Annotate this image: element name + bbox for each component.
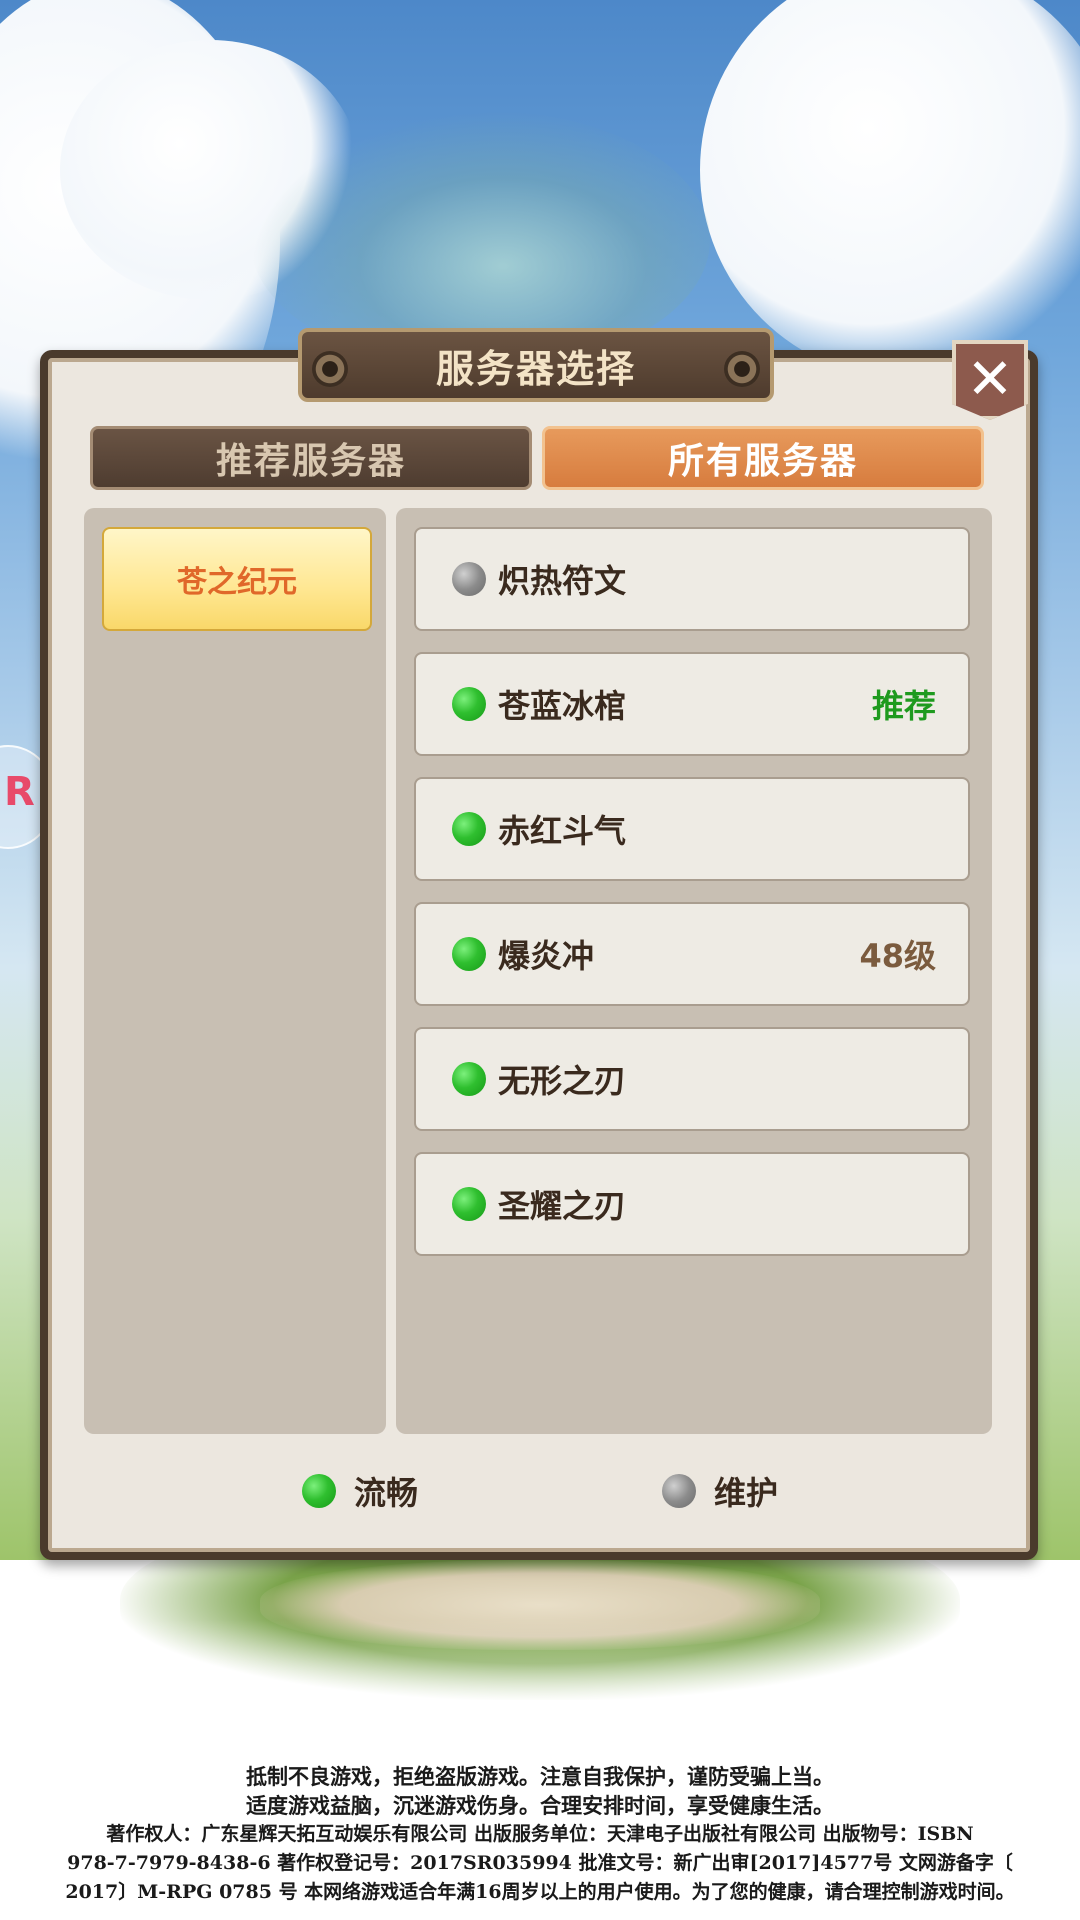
server-row[interactable]: 爆炎冲 48级 <box>414 902 970 1006</box>
dialog-title-plate: 服务器选择 <box>298 328 774 402</box>
server-row[interactable]: 赤红斗气 <box>414 777 970 881</box>
server-name: 爆炎冲 <box>498 937 595 975</box>
dialog-title: 服务器选择 <box>435 346 636 391</box>
game-screen: R 服务器选择 ✕ 推荐服务器 所有服务器 苍之纪元 炽热符文 苍蓝冰棺 推荐 … <box>0 0 1080 1920</box>
zone-label: 苍之纪元 <box>177 565 297 600</box>
server-name: 无形之刃 <box>498 1062 627 1100</box>
server-row[interactable]: 圣耀之刃 <box>414 1152 970 1256</box>
legal-line: 抵制不良游戏，拒绝盗版游戏。注意自我保护，谨防受骗上当。 <box>246 1764 834 1789</box>
rivet-icon <box>312 351 348 387</box>
close-button[interactable]: ✕ <box>952 340 1028 420</box>
legend-smooth: 流畅 <box>302 1468 418 1514</box>
server-row[interactable]: 炽热符文 <box>414 527 970 631</box>
status-smooth-icon <box>452 1062 486 1096</box>
status-smooth-icon <box>452 812 486 846</box>
tab-label: 推荐服务器 <box>215 441 406 482</box>
legal-line: 著作权人：广东星辉天拓互动娱乐有限公司 出版服务单位：天津电子出版社有限公司 出… <box>106 1823 974 1845</box>
status-smooth-icon <box>452 1187 486 1221</box>
server-row[interactable]: 苍蓝冰棺 推荐 <box>414 652 970 756</box>
zone-item-selected[interactable]: 苍之纪元 <box>102 527 372 631</box>
status-maintenance-icon <box>662 1474 696 1508</box>
server-name: 赤红斗气 <box>498 812 627 850</box>
recommend-tag: 推荐 <box>871 687 936 725</box>
zone-list <box>84 508 386 1434</box>
tab-all-servers[interactable]: 所有服务器 <box>542 426 984 490</box>
legal-line: 2017〕M-RPG 0785 号 本网络游戏适合年满16周岁以上的用户使用。为… <box>65 1881 1015 1903</box>
tab-recommended-servers[interactable]: 推荐服务器 <box>90 426 532 490</box>
status-smooth-icon <box>452 687 486 721</box>
server-row[interactable]: 无形之刃 <box>414 1027 970 1131</box>
tab-label: 所有服务器 <box>667 441 858 482</box>
status-maintenance-icon <box>452 562 486 596</box>
legend-maintenance: 维护 <box>662 1468 778 1514</box>
legal-notice: 抵制不良游戏，拒绝盗版游戏。注意自我保护，谨防受骗上当。 适度游戏益脑，沉迷游戏… <box>0 1762 1080 1907</box>
character-level-tag: 48级 <box>859 937 936 975</box>
server-name: 苍蓝冰棺 <box>498 687 627 725</box>
server-name: 圣耀之刃 <box>498 1187 627 1225</box>
legal-line: 978-7-7979-8438-6 著作权登记号：2017SR035994 批准… <box>67 1852 1013 1874</box>
status-smooth-icon <box>302 1474 336 1508</box>
legal-line: 适度游戏益脑，沉迷游戏伤身。合理安排时间，享受健康生活。 <box>246 1793 834 1818</box>
rivet-icon <box>724 351 760 387</box>
server-name: 炽热符文 <box>498 562 627 600</box>
close-icon: ✕ <box>966 347 1014 412</box>
status-smooth-icon <box>452 937 486 971</box>
side-badge-label: R <box>4 769 35 815</box>
legend-maintenance-label: 维护 <box>714 1474 779 1512</box>
legend-smooth-label: 流畅 <box>354 1474 419 1512</box>
